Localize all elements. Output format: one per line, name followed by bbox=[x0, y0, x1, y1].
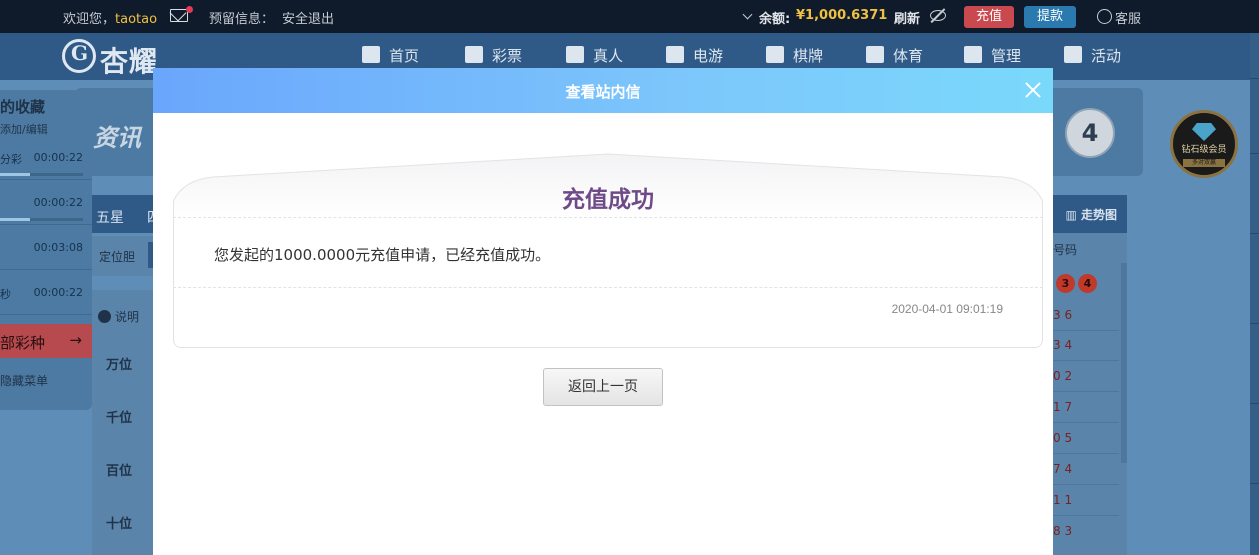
message-modal: 查看站内信 充值成功 您发起的1000.0000元充值申请，已经充值成功。 20… bbox=[153, 68, 1053, 555]
back-button[interactable]: 返回上一页 bbox=[543, 368, 663, 406]
message-content: 您发起的1000.0000元充值申请，已经充值成功。 bbox=[214, 246, 551, 264]
message-timestamp: 2020-04-01 09:01:19 bbox=[891, 302, 1003, 316]
divider bbox=[173, 217, 1043, 218]
modal-title: 查看站内信 bbox=[565, 83, 641, 101]
envelope-body bbox=[173, 217, 1043, 348]
message-heading: 充值成功 bbox=[562, 187, 654, 213]
message-envelope: 充值成功 您发起的1000.0000元充值申请，已经充值成功。 2020-04-… bbox=[173, 153, 1043, 348]
modal-header: 查看站内信 bbox=[153, 68, 1053, 113]
close-icon[interactable] bbox=[1022, 79, 1044, 101]
divider bbox=[173, 287, 1043, 288]
